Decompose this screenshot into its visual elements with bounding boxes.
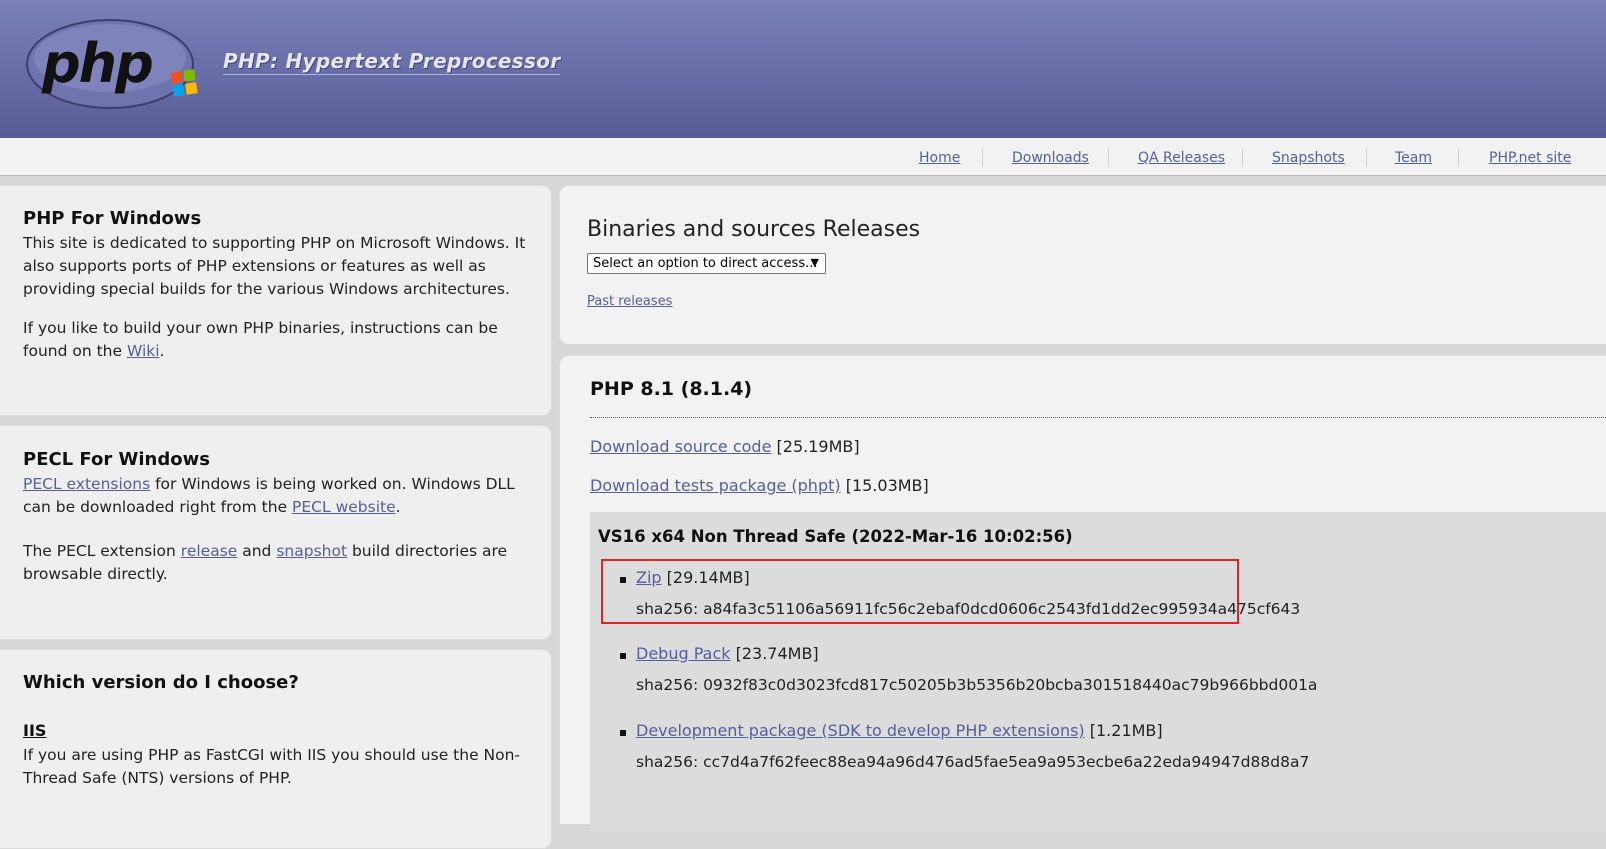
divider	[590, 417, 1606, 418]
nav-separator	[1242, 148, 1243, 166]
nav-phpnet-site[interactable]: PHP.net site	[1489, 150, 1571, 166]
nav-team[interactable]: Team	[1395, 150, 1432, 166]
nav-home[interactable]: Home	[919, 150, 960, 166]
nav-qa-releases[interactable]: QA Releases	[1138, 150, 1225, 166]
snapshot-link[interactable]: snapshot	[276, 542, 347, 560]
pecl-directories-text: The PECL extension release and snapshot …	[23, 542, 508, 583]
php-version-title: PHP 8.1 (8.1.4)	[590, 378, 753, 400]
php-8-1-box: PHP 8.1 (8.1.4) Download source code [25…	[559, 355, 1606, 832]
which-version-box: Which version do I choose? IIS If you ar…	[0, 649, 552, 849]
nav-downloads[interactable]: Downloads	[1012, 150, 1089, 166]
zip-sha256: sha256: a84fa3c51106a56911fc56c2ebaf0dcd…	[636, 600, 1301, 618]
pecl-title: PECL For Windows	[23, 449, 210, 470]
dev-package-sha256: sha256: cc7d4a7f62feec88ea94a96d476ad5fa…	[636, 753, 1310, 771]
nav-separator	[1108, 148, 1109, 166]
iis-heading: IIS	[23, 721, 47, 740]
build-instructions-text: If you like to build your own PHP binari…	[23, 319, 498, 360]
php-for-windows-text: This site is dedicated to supporting PHP…	[23, 234, 526, 298]
release-select[interactable]: Select an option to direct access... ▼	[587, 253, 826, 274]
download-source-link[interactable]: Download source code	[590, 437, 771, 456]
bullet	[620, 577, 626, 583]
svg-text:php: php	[41, 32, 152, 95]
pecl-extensions-link[interactable]: PECL extensions	[23, 475, 150, 493]
bullet	[620, 730, 626, 736]
which-version-title: Which version do I choose?	[23, 672, 299, 693]
chevron-down-icon: ▼	[810, 256, 819, 269]
download-tests-link[interactable]: Download tests package (phpt)	[590, 476, 841, 495]
past-releases-link[interactable]: Past releases	[587, 294, 672, 309]
debug-pack-link[interactable]: Debug Pack	[636, 644, 731, 663]
nav-snapshots[interactable]: Snapshots	[1272, 150, 1345, 166]
bullet	[620, 653, 626, 659]
tests-download-line: Download tests package (phpt) [15.03MB]	[590, 476, 929, 495]
source-download-line: Download source code [25.19MB]	[590, 437, 860, 456]
build-vs16-x64-nts: VS16 x64 Non Thread Safe (2022-Mar-16 10…	[590, 512, 1606, 832]
zip-link[interactable]: Zip	[636, 568, 662, 587]
site-tagline: PHP: Hypertext Preprocessor	[223, 49, 561, 75]
top-nav: Home Downloads QA Releases Snapshots Tea…	[0, 138, 1606, 176]
nav-separator	[1458, 148, 1459, 166]
debug-pack-sha256: sha256: 0932f83c0d3023fcd817c50205b3b535…	[636, 676, 1318, 694]
php-for-windows-title: PHP For Windows	[23, 208, 202, 229]
dev-package-link[interactable]: Development package (SDK to develop PHP …	[636, 721, 1085, 740]
site-header: php PHP: Hypertext Preprocessor	[0, 0, 1606, 138]
php-logo[interactable]: php	[24, 18, 204, 110]
release-link[interactable]: release	[181, 542, 238, 560]
nav-separator	[1366, 148, 1367, 166]
dev-package-line: Development package (SDK to develop PHP …	[636, 721, 1163, 740]
pecl-website-link[interactable]: PECL website	[292, 498, 396, 516]
pecl-for-windows-box: PECL For Windows PECL extensions for Win…	[0, 425, 552, 640]
iis-text: If you are using PHP as FastCGI with IIS…	[23, 746, 521, 787]
releases-box: Binaries and sources Releases Select an …	[559, 185, 1606, 345]
php-for-windows-box: PHP For Windows This site is dedicated t…	[0, 185, 552, 416]
wiki-link[interactable]: Wiki	[127, 342, 160, 360]
build-title: VS16 x64 Non Thread Safe (2022-Mar-16 10…	[598, 527, 1073, 546]
debug-pack-line: Debug Pack [23.74MB]	[636, 644, 819, 663]
nav-separator	[982, 148, 983, 166]
zip-file-line: Zip [29.14MB]	[636, 568, 750, 587]
releases-title: Binaries and sources Releases	[587, 217, 921, 242]
pecl-text: PECL extensions for Windows is being wor…	[23, 475, 515, 516]
